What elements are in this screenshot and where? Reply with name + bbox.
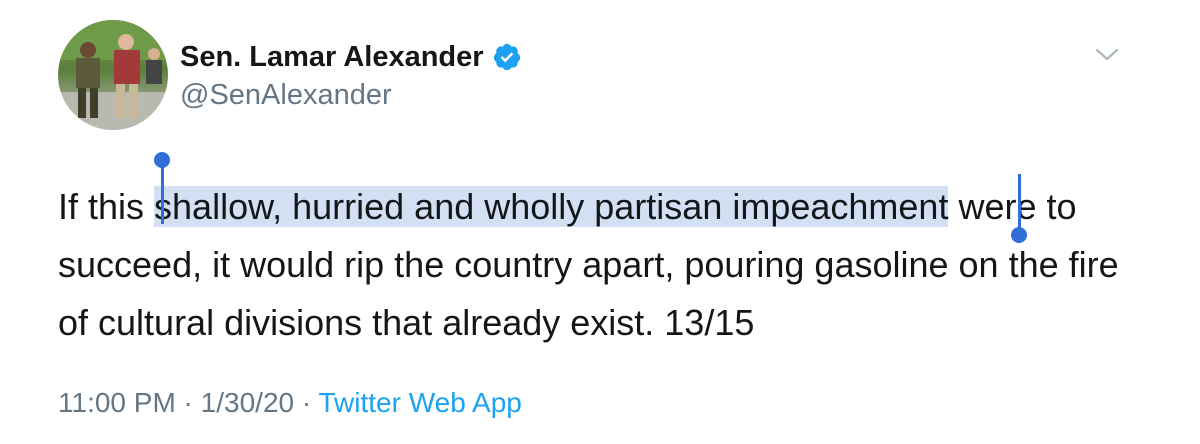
selection-end-handle[interactable] bbox=[1018, 174, 1021, 232]
author-row[interactable]: Sen. Lamar Alexander bbox=[180, 40, 522, 74]
chevron-down-icon[interactable] bbox=[1094, 46, 1120, 64]
tweet-date[interactable]: 1/30/20 bbox=[201, 387, 294, 418]
author-handle[interactable]: @SenAlexander bbox=[180, 78, 392, 112]
tweet-text[interactable]: If this shallow, hurried and wholly part… bbox=[58, 178, 1158, 352]
source-app-link[interactable]: Twitter Web App bbox=[318, 387, 521, 418]
avatar-photo bbox=[58, 20, 168, 130]
selection-end-knob[interactable] bbox=[1011, 227, 1027, 243]
tweet-time[interactable]: 11:00 PM bbox=[58, 387, 176, 418]
avatar[interactable] bbox=[58, 20, 168, 130]
selected-text[interactable]: shallow, hurried and wholly partisan imp… bbox=[154, 186, 949, 227]
meta-separator: · bbox=[294, 387, 319, 418]
author-name[interactable]: Sen. Lamar Alexander bbox=[180, 40, 484, 74]
verified-badge-icon bbox=[492, 42, 522, 72]
selection-start-handle[interactable] bbox=[161, 160, 164, 224]
tweet-text-before: If this bbox=[58, 186, 155, 227]
selection-start-knob[interactable] bbox=[154, 152, 170, 168]
meta-separator: · bbox=[175, 387, 201, 418]
tweet-meta: 11:00 PM · 1/30/20 · Twitter Web App bbox=[58, 386, 522, 420]
